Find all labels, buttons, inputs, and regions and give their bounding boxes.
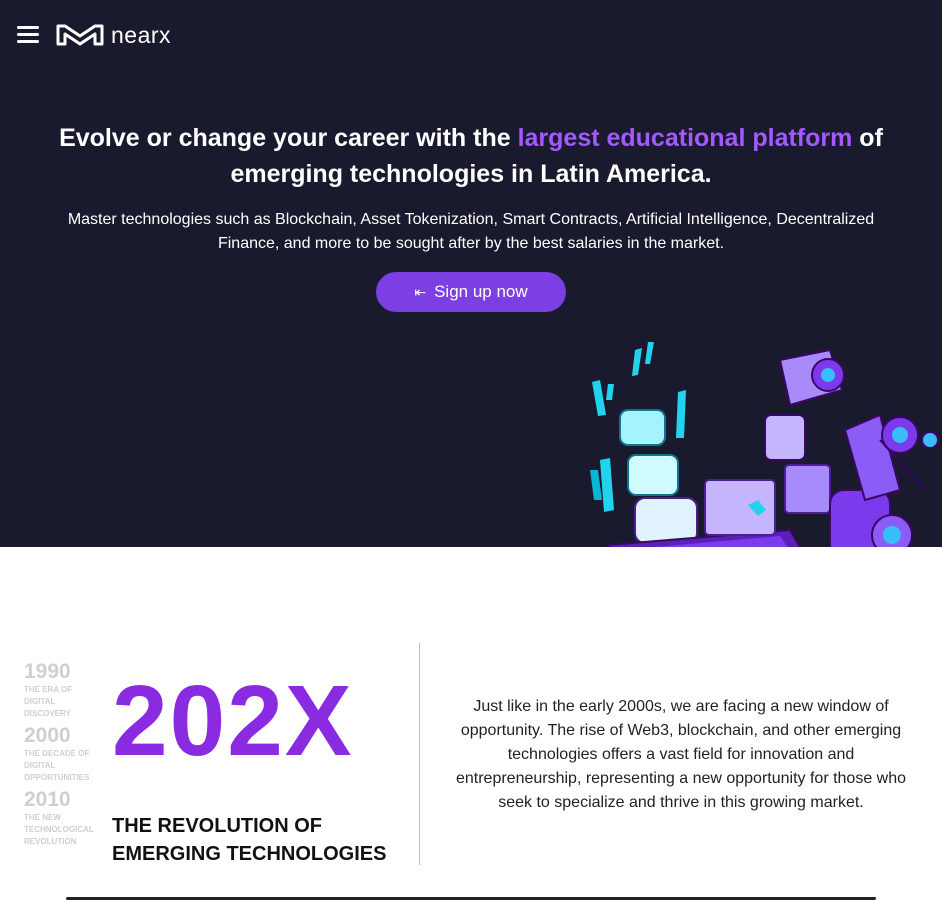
revolution-subtitle: THE REVOLUTION OF EMERGING TECHNOLOGIES <box>112 812 386 868</box>
timeline-desc: THE ERA OF DIGITAL DISCOVERY <box>24 685 73 718</box>
sign-up-button[interactable]: ⇤ Sign up now <box>376 272 566 312</box>
timeline-item: 2000 THE DECADE OF DIGITAL OPPORTUNITIES <box>24 724 104 784</box>
hero-section: nearx Evolve or change your career with … <box>0 0 942 547</box>
timeline-year: 2010 <box>24 788 71 811</box>
nearx-logo-mark-icon <box>56 24 104 46</box>
nearx-logo[interactable]: nearx <box>55 22 171 48</box>
timeline-desc: THE NEW TECHNOLOGICAL REVOLUTION <box>24 813 94 846</box>
revolution-subtitle-line2: EMERGING TECHNOLOGIES <box>112 843 387 865</box>
login-arrow-icon: ⇤ <box>414 284 427 300</box>
timeline-item: 2010 THE NEW TECHNOLOGICAL REVOLUTION <box>24 788 104 848</box>
revolution-subtitle-line1: THE REVOLUTION OF <box>112 815 322 837</box>
robot-arm-illustration <box>590 342 939 547</box>
headline-part1: Evolve or change your career with the <box>59 124 518 152</box>
vertical-divider <box>419 643 420 865</box>
big-202x-title: 202X <box>112 665 354 777</box>
era-timeline: 1990 THE ERA OF DIGITAL DISCOVERY 2000 T… <box>24 660 104 852</box>
timeline-year: 2000 <box>24 724 71 747</box>
timeline-item: 1990 THE ERA OF DIGITAL DISCOVERY <box>24 660 104 720</box>
timeline-year: 1990 <box>24 660 71 683</box>
hero-subtext: Master technologies such as Blockchain, … <box>67 211 875 252</box>
timeline-desc: THE DECADE OF DIGITAL OPPORTUNITIES <box>24 749 90 782</box>
headline-accent: largest educational platform <box>517 124 853 152</box>
hero-headline: Evolve or change your career with the la… <box>40 120 902 192</box>
hamburger-menu-icon[interactable] <box>17 24 39 44</box>
logo-text: nearx <box>111 22 172 48</box>
sign-up-label: Sign up now <box>434 282 528 301</box>
revolution-description: Just like in the early 2000s, we are fac… <box>455 698 907 811</box>
